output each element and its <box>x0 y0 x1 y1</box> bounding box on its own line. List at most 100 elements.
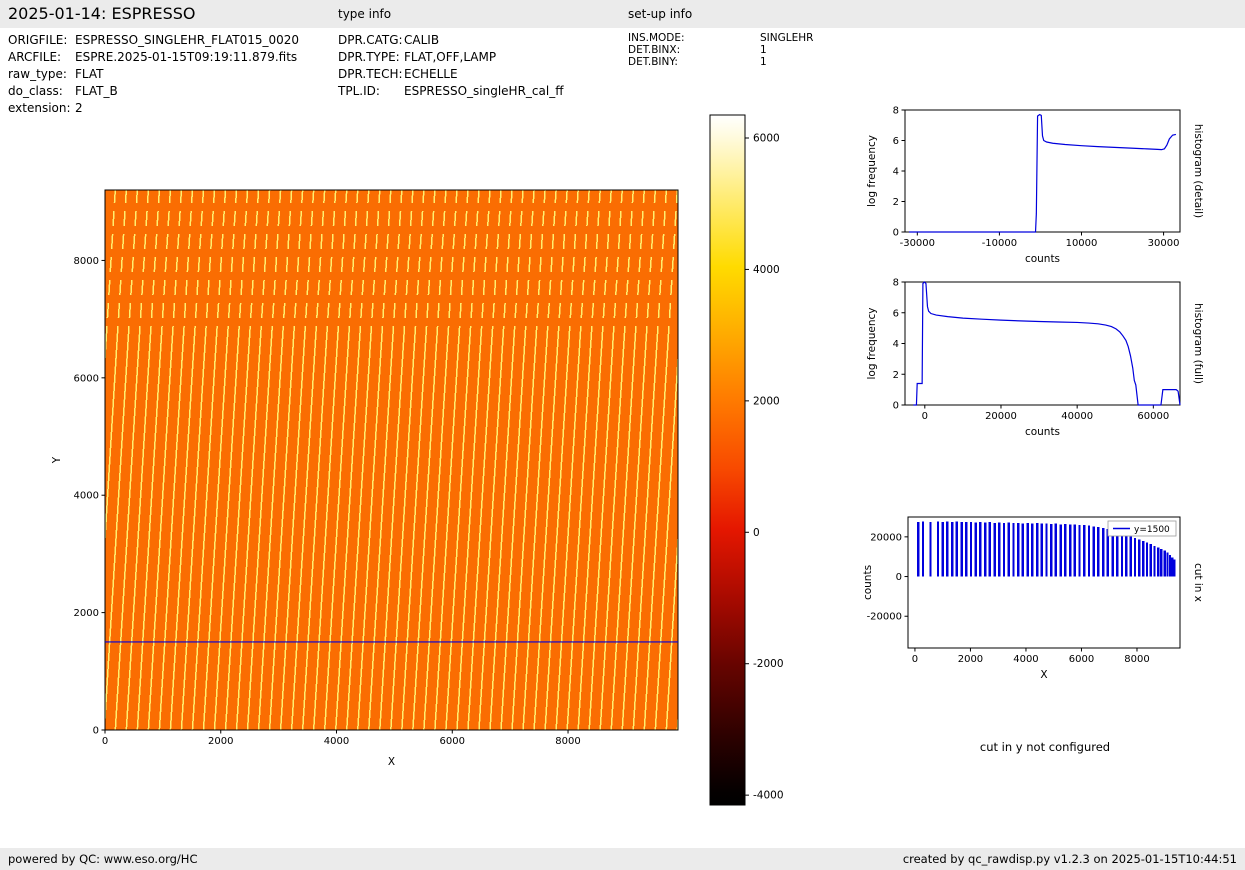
main-image-axes: 0 2000 4000 6000 8000 0 2000 4000 6000 8000 X Y <box>51 189 679 768</box>
svg-text:0: 0 <box>912 654 918 665</box>
svg-text:0: 0 <box>893 228 899 239</box>
metadata-label: do_class: <box>8 84 63 98</box>
colorbar-axes: 6000 4000 2000 0 -2000 -4000 <box>709 114 784 806</box>
metadata-row: DET.BINY: 1 <box>628 56 813 68</box>
metadata-row: DET.BINX: 1 <box>628 44 813 56</box>
footer-created-by: created by qc_rawdisp.py v1.2.3 on 2025-… <box>902 852 1237 866</box>
main-image-plot: 0 2000 4000 6000 8000 0 2000 4000 6000 8000 X Y <box>40 100 720 800</box>
cut-in-y-note: cut in y not configured <box>979 740 1111 754</box>
svg-text:counts: counts <box>1025 253 1060 265</box>
metadata-label: DET.BINX: <box>628 44 681 56</box>
svg-text:counts: counts <box>862 565 874 600</box>
svg-text:histogram (full): histogram (full) <box>1192 303 1204 384</box>
svg-text:y=1500: y=1500 <box>1134 525 1170 535</box>
page-title: 2025-01-14: ESPRESSO <box>8 4 196 23</box>
svg-text:counts: counts <box>1025 426 1060 438</box>
svg-text:6000: 6000 <box>74 373 99 384</box>
svg-text:0: 0 <box>753 527 760 539</box>
metadata-row: DPR.TYPE: FLAT,OFF,LAMP <box>338 49 563 66</box>
metadata-row: ARCFILE: ESPRE.2025-01-15T09:19:11.879.fi… <box>8 49 299 66</box>
svg-text:Y: Y <box>51 456 63 464</box>
header-bar: 2025-01-14: ESPRESSO type info set-up in… <box>0 0 1245 28</box>
svg-text:2: 2 <box>893 197 899 208</box>
footer-bar: powered by QC: www.eso.org/HC created by… <box>0 848 1245 870</box>
svg-text:8: 8 <box>893 106 899 117</box>
metadata-value: ESPRE.2025-01-15T09:19:11.879.fits <box>75 50 298 64</box>
histogram-detail-chart: -30000 -10000 10000 30000 0 2 4 6 8 counts log fre… <box>860 95 1245 285</box>
svg-text:6000: 6000 <box>1069 654 1094 665</box>
setup-info-heading: set-up info <box>628 7 693 21</box>
svg-text:4000: 4000 <box>753 264 780 276</box>
metadata-row: ORIGFILE: ESPRESSO_SINGLEHR_FLAT015_0020 <box>8 32 299 49</box>
svg-text:8000: 8000 <box>555 736 580 747</box>
cut-in-x-chart: 0 2000 4000 6000 8000 -20000 0 20000 Xcounts cut … <box>855 500 1245 690</box>
svg-text:2: 2 <box>893 370 899 381</box>
svg-text:0: 0 <box>93 726 99 737</box>
setup-info-block: INS.MODE: SINGLEHR DET.BINX: 1 DET.BINY: 1 <box>628 32 813 68</box>
svg-text:6: 6 <box>893 308 899 319</box>
svg-text:histogram (detail): histogram (detail) <box>1192 124 1204 218</box>
metadata-label: DPR.TECH: <box>338 67 403 81</box>
cut-in-x-canvas: 0 2000 4000 6000 8000 -20000 0 20000 Xcounts cut … <box>862 516 1204 681</box>
svg-text:2000: 2000 <box>958 654 983 665</box>
svg-text:8: 8 <box>893 278 899 289</box>
type-info-block: DPR.CATG: CALIB DPR.TYPE: FLAT,OFF,LAMP DP… <box>338 32 563 100</box>
svg-text:X: X <box>388 756 395 768</box>
svg-text:0: 0 <box>922 411 928 422</box>
svg-text:0: 0 <box>102 736 108 747</box>
histogram-full-canvas: 0 20000 40000 60000 0 2 4 6 8 counts log frequency… <box>866 278 1204 439</box>
metadata-row: TPL.ID: ESPRESSO_singleHR_cal_ff <box>338 83 563 100</box>
svg-text:-30000: -30000 <box>900 238 935 249</box>
svg-text:0: 0 <box>893 401 899 412</box>
svg-text:cut in x: cut in x <box>1192 563 1204 602</box>
metadata-value: FLAT,OFF,LAMP <box>404 50 497 64</box>
metadata-value: ECHELLE <box>404 67 458 81</box>
svg-text:30000: 30000 <box>1148 238 1180 249</box>
metadata-row: INS.MODE: SINGLEHR <box>628 32 813 44</box>
svg-text:8000: 8000 <box>74 256 99 267</box>
svg-text:-4000: -4000 <box>753 790 784 802</box>
metadata-label: ARCFILE: <box>8 50 62 64</box>
svg-text:2000: 2000 <box>753 395 780 407</box>
metadata-value: 1 <box>760 44 767 56</box>
svg-text:4: 4 <box>893 167 899 178</box>
svg-text:4000: 4000 <box>1013 654 1038 665</box>
svg-text:X: X <box>1040 669 1047 681</box>
metadata-label: DPR.TYPE: <box>338 50 400 64</box>
svg-text:20000: 20000 <box>870 532 902 543</box>
metadata-row: raw_type: FLAT <box>8 66 299 83</box>
svg-text:-10000: -10000 <box>982 238 1017 249</box>
svg-text:0: 0 <box>896 572 902 583</box>
type-info-heading: type info <box>338 7 392 21</box>
svg-text:8000: 8000 <box>1124 654 1149 665</box>
metadata-value: ESPRESSO_singleHR_cal_ff <box>404 84 564 98</box>
svg-text:60000: 60000 <box>1137 411 1169 422</box>
metadata-value: CALIB <box>404 33 440 47</box>
svg-text:4000: 4000 <box>74 491 99 502</box>
svg-text:2000: 2000 <box>74 608 99 619</box>
svg-text:-2000: -2000 <box>753 658 784 670</box>
metadata-label: DPR.CATG: <box>338 33 403 47</box>
svg-text:4: 4 <box>893 339 899 350</box>
metadata-value: SINGLEHR <box>760 32 814 44</box>
colorbar: 6000 4000 2000 0 -2000 -4000 <box>705 110 825 810</box>
svg-text:log frequency: log frequency <box>866 135 878 207</box>
svg-text:4000: 4000 <box>324 736 349 747</box>
svg-text:20000: 20000 <box>985 411 1017 422</box>
metadata-label: ORIGFILE: <box>8 33 68 47</box>
metadata-label: INS.MODE: <box>628 32 685 44</box>
qc-report-page: 2025-01-14: ESPRESSO type info set-up in… <box>0 0 1245 870</box>
svg-text:-20000: -20000 <box>867 612 902 623</box>
metadata-label: DET.BINY: <box>628 56 678 68</box>
svg-text:10000: 10000 <box>1066 238 1098 249</box>
metadata-label: TPL.ID: <box>338 84 380 98</box>
svg-text:6: 6 <box>893 136 899 147</box>
metadata-label: raw_type: <box>8 67 67 81</box>
metadata-row: DPR.TECH: ECHELLE <box>338 66 563 83</box>
histogram-full-chart: 0 20000 40000 60000 0 2 4 6 8 counts log frequency… <box>860 267 1245 457</box>
svg-text:log frequency: log frequency <box>866 307 878 379</box>
svg-text:6000: 6000 <box>440 736 465 747</box>
metadata-value: FLAT <box>75 67 104 81</box>
svg-text:2000: 2000 <box>208 736 233 747</box>
histogram-detail-canvas: -30000 -10000 10000 30000 0 2 4 6 8 counts log fre… <box>866 106 1204 266</box>
